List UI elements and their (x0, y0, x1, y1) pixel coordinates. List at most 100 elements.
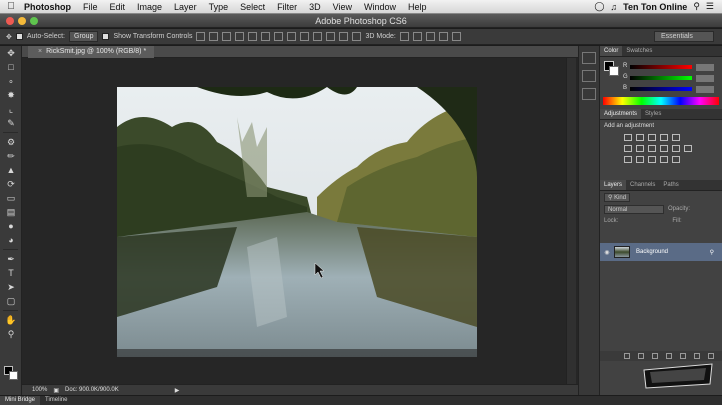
speaker-icon[interactable]: ♫ (610, 2, 617, 12)
search-icon[interactable]: ⚲ (693, 1, 700, 12)
lasso-tool-icon[interactable]: ∘ (0, 74, 22, 88)
3d-scale-icon[interactable] (451, 32, 461, 41)
apple-icon[interactable]:  (0, 1, 22, 12)
minimize-window-button[interactable] (18, 17, 26, 25)
panel-background-swatch[interactable] (609, 66, 619, 76)
menu-image[interactable]: Image (131, 2, 168, 12)
photo-filter-icon[interactable] (660, 145, 668, 152)
add-mask-icon[interactable] (652, 353, 658, 359)
zoom-window-button[interactable] (30, 17, 38, 25)
clone-stamp-tool-icon[interactable]: ▲ (0, 163, 22, 177)
distribute-middle-icon[interactable] (287, 32, 297, 41)
tab-mini-bridge[interactable]: Mini Bridge (0, 396, 41, 405)
exposure-icon[interactable] (660, 134, 668, 141)
distribute-center-icon[interactable] (326, 32, 336, 41)
menu-filter[interactable]: Filter (271, 2, 303, 12)
menu-3d[interactable]: 3D (303, 2, 327, 12)
photo-image[interactable] (117, 87, 477, 357)
tab-channels[interactable]: Channels (626, 180, 659, 190)
layer-style-icon[interactable] (638, 353, 644, 359)
align-left-icon[interactable] (235, 32, 245, 41)
document-tab[interactable]: × RickSmit.jpg @ 100% (RGB/8) * (28, 46, 155, 58)
delete-layer-icon[interactable] (708, 353, 714, 359)
menu-window[interactable]: Window (358, 2, 402, 12)
align-center-icon[interactable] (248, 32, 258, 41)
menu-type[interactable]: Type (203, 2, 235, 12)
curves-icon[interactable] (648, 134, 656, 141)
tab-timeline[interactable]: Timeline (40, 396, 72, 405)
layer-row-background[interactable]: ◉ Background ⚲ (600, 243, 722, 261)
menu-layer[interactable]: Layer (168, 2, 203, 12)
posterize-icon[interactable] (636, 156, 644, 163)
color-balance-icon[interactable] (636, 145, 644, 152)
properties-panel-icon[interactable] (582, 70, 596, 82)
tab-swatches[interactable]: Swatches (622, 46, 656, 56)
user-name[interactable]: Ten Ton Online (623, 2, 687, 12)
workspace-switcher[interactable]: Essentials (654, 31, 714, 42)
align-bottom-icon[interactable] (222, 32, 232, 41)
close-window-button[interactable] (6, 17, 14, 25)
status-menu-icon[interactable]: ▣ (53, 387, 59, 394)
red-slider[interactable] (630, 65, 692, 69)
tab-layers[interactable]: Layers (600, 180, 627, 190)
blue-value[interactable] (696, 86, 714, 93)
transform-controls-checkbox[interactable] (102, 33, 110, 40)
move-tool-icon[interactable]: ✥ (0, 46, 22, 60)
3d-rotate-icon[interactable] (399, 32, 409, 41)
tab-adjustments[interactable]: Adjustments (600, 109, 642, 119)
status-expand-icon[interactable]: ▶ (175, 387, 180, 394)
move-tool-icon[interactable]: ✥ (6, 33, 12, 41)
menu-edit[interactable]: Edit (104, 2, 132, 12)
zoom-tool-icon[interactable]: ⚲ (0, 327, 22, 341)
distribute-left-icon[interactable] (313, 32, 323, 41)
menu-select[interactable]: Select (234, 2, 271, 12)
distribute-top-icon[interactable] (274, 32, 284, 41)
healing-brush-tool-icon[interactable]: ⚙ (0, 135, 22, 149)
canvas-area[interactable] (22, 58, 578, 384)
quick-select-tool-icon[interactable]: ✸ (0, 88, 22, 102)
color-lookup-icon[interactable] (684, 145, 692, 152)
tab-color[interactable]: Color (600, 46, 623, 56)
kind-filter-dropdown[interactable]: ⚲ Kind (604, 192, 631, 202)
color-spectrum-bar[interactable] (603, 97, 719, 105)
3d-slide-icon[interactable] (438, 32, 448, 41)
layer-visibility-eye-icon[interactable]: ◉ (600, 249, 614, 256)
blue-slider[interactable] (630, 87, 692, 91)
type-tool-icon[interactable]: T (0, 266, 22, 280)
menu-view[interactable]: View (327, 2, 358, 12)
menu-file[interactable]: File (77, 2, 104, 12)
distribute-right-icon[interactable] (339, 32, 349, 41)
brush-tool-icon[interactable]: ✏ (0, 149, 22, 163)
menu-list-icon[interactable]: ☰ (706, 1, 714, 12)
distribute-bottom-icon[interactable] (300, 32, 310, 41)
path-select-tool-icon[interactable]: ➤ (0, 280, 22, 294)
new-group-icon[interactable] (680, 353, 686, 359)
3d-drag-icon[interactable] (425, 32, 435, 41)
tab-paths[interactable]: Paths (659, 180, 682, 190)
blend-mode-dropdown[interactable]: Normal (604, 204, 664, 214)
gradient-tool-icon[interactable]: ▤ (0, 205, 22, 219)
align-middle-icon[interactable] (209, 32, 219, 41)
canvas-vertical-scrollbar[interactable] (566, 58, 576, 384)
history-panel-icon[interactable] (582, 52, 596, 64)
red-value[interactable] (696, 64, 714, 71)
app-menu[interactable]: Photoshop (22, 2, 77, 12)
brightness-contrast-icon[interactable] (624, 134, 632, 141)
invert-icon[interactable] (624, 156, 632, 163)
black-white-icon[interactable] (648, 145, 656, 152)
menu-help[interactable]: Help (402, 2, 433, 12)
eraser-tool-icon[interactable]: ▭ (0, 191, 22, 205)
pen-tool-icon[interactable]: ✒ (0, 252, 22, 266)
shape-tool-icon[interactable]: ▢ (0, 294, 22, 308)
auto-select-checkbox[interactable] (15, 33, 23, 40)
green-slider[interactable] (630, 76, 692, 80)
blur-tool-icon[interactable]: ● (0, 219, 22, 233)
close-tab-icon[interactable]: × (38, 48, 42, 55)
auto-select-dropdown[interactable]: Group (69, 31, 99, 42)
align-top-icon[interactable] (196, 32, 206, 41)
vibrance-icon[interactable] (672, 134, 680, 141)
crop-tool-icon[interactable]: ⌞ (0, 102, 22, 116)
threshold-icon[interactable] (648, 156, 656, 163)
history-brush-tool-icon[interactable]: ⟳ (0, 177, 22, 191)
zoom-level[interactable]: 100% (32, 387, 47, 393)
